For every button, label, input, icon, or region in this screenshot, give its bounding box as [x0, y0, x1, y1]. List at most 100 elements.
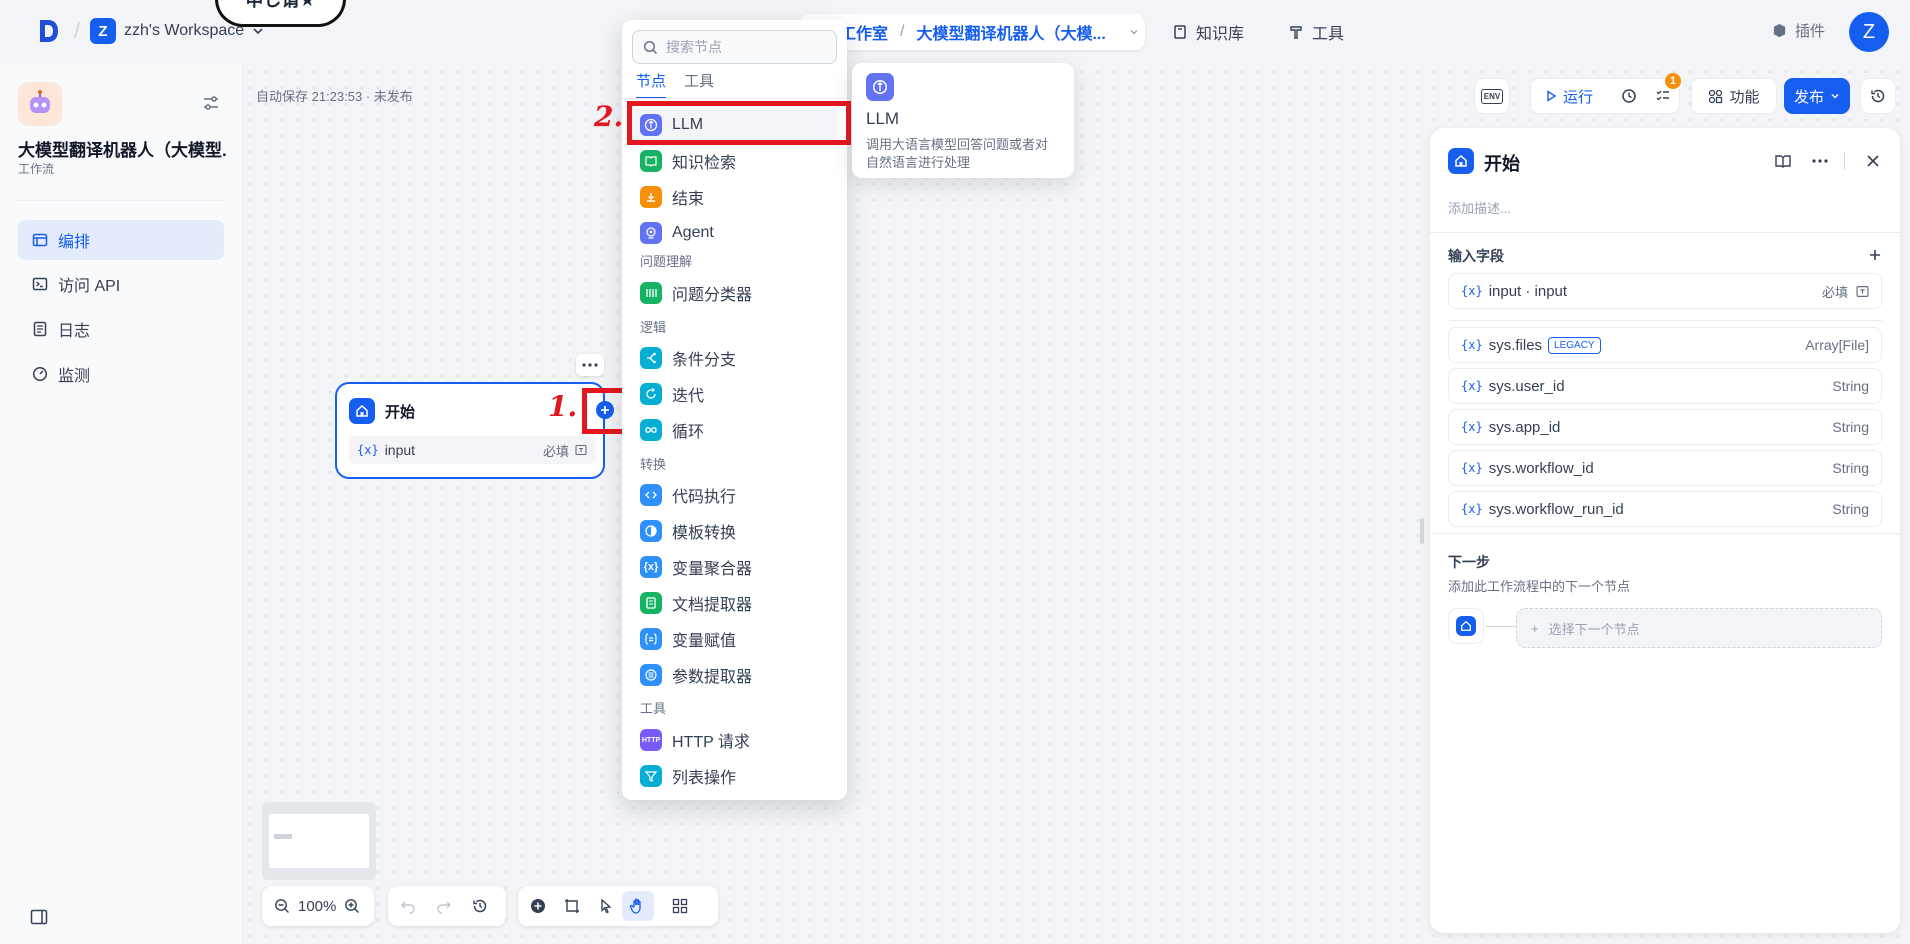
run-button[interactable]: 运行	[1563, 86, 1593, 107]
sidebar-item-api[interactable]: 访问 API	[18, 264, 224, 304]
picker-item-aggregator[interactable]: {x} 变量聚合器	[640, 552, 752, 582]
breadcrumb[interactable]: 工作室 / 大模型翻译机器人（大模...	[800, 14, 1145, 50]
filter-icon	[640, 765, 662, 787]
required-label: 必填	[1821, 284, 1848, 300]
user-avatar[interactable]: Z	[1849, 12, 1889, 52]
picker-item-ifelse[interactable]: 条件分支	[640, 343, 736, 373]
sys-field-row[interactable]: {x} sys.app_id String	[1448, 409, 1882, 445]
dify-logo-icon[interactable]	[36, 18, 60, 44]
picker-item-classifier[interactable]: 问题分类器	[640, 278, 752, 308]
search-placeholder: 搜索节点	[666, 39, 722, 55]
sidebar-item-monitor[interactable]: 监测	[18, 354, 224, 394]
zoom-out-icon[interactable]	[274, 898, 290, 914]
zoom-level[interactable]: 100%	[298, 898, 336, 915]
picker-item-knowledge[interactable]: 知识检索	[640, 146, 736, 176]
separator: /	[74, 18, 81, 43]
search-icon	[643, 40, 658, 54]
field-divider	[1448, 320, 1882, 321]
sys-field-row[interactable]: {x} sys.user_id String	[1448, 368, 1882, 404]
redo-icon[interactable]	[436, 898, 452, 914]
undo-icon[interactable]	[400, 898, 416, 914]
picker-item-code[interactable]: 代码执行	[640, 480, 736, 510]
description-input[interactable]: 添加描述...	[1448, 198, 1511, 217]
breadcrumb-app[interactable]: 大模型翻译机器人（大模...	[916, 20, 1105, 44]
home-icon	[1456, 616, 1476, 636]
version-history-button[interactable]	[1860, 78, 1896, 114]
tab-tools[interactable]: 工具	[684, 70, 714, 99]
picker-item-label: 变量赋值	[672, 633, 737, 650]
header-divider	[1844, 152, 1845, 170]
zoom-controls: 100%	[262, 886, 374, 926]
publish-button[interactable]: 发布	[1784, 78, 1850, 114]
input-field-row[interactable]: {x} input · input 必填	[1448, 273, 1882, 309]
sidebar-item-orchestrate[interactable]: 编排	[18, 220, 224, 260]
pointer-icon[interactable]	[598, 898, 614, 914]
sidebar-item-label: 监测	[58, 368, 91, 385]
chevron-down-icon[interactable]	[1128, 26, 1140, 38]
picker-item-list-op[interactable]: 列表操作	[640, 761, 736, 791]
book-open-icon[interactable]	[1774, 152, 1792, 170]
picker-item-loop[interactable]: 循环	[640, 415, 704, 445]
sys-field-type: String	[1832, 419, 1869, 435]
workspace-badge: Z	[90, 18, 116, 44]
history-run-icon[interactable]	[1621, 88, 1637, 104]
plus-icon[interactable]	[1868, 248, 1882, 262]
add-node-icon[interactable]	[530, 898, 546, 914]
sidebar-item-label: 访问 API	[58, 278, 121, 295]
sys-field-name: sys.workflow_id	[1488, 459, 1594, 477]
picker-item-label: Agent	[672, 224, 714, 241]
agent-icon	[640, 222, 662, 244]
add-note-icon[interactable]	[564, 898, 580, 914]
search-input[interactable]: 搜索节点	[632, 30, 837, 64]
panel-divider	[1430, 533, 1900, 534]
picker-item-assigner[interactable]: 变量赋值	[640, 624, 736, 654]
infinity-icon	[640, 419, 662, 441]
picker-item-agent[interactable]: Agent	[640, 218, 714, 248]
settings-sliders-icon[interactable]	[202, 94, 220, 112]
category-tools: 工具	[640, 701, 667, 716]
minimap[interactable]	[262, 802, 376, 880]
zoom-in-icon[interactable]	[344, 898, 360, 914]
nav-plugins[interactable]: 插件	[1772, 20, 1825, 41]
organize-icon[interactable]	[672, 898, 688, 914]
picker-item-doc-extractor[interactable]: 文档提取器	[640, 588, 752, 618]
env-button[interactable]: ENV	[1474, 78, 1510, 114]
select-next-node-label: 选择下一个节点	[1548, 621, 1640, 637]
checklist-icon[interactable]	[1655, 88, 1671, 104]
minimap-viewport	[269, 814, 369, 868]
picker-item-http[interactable]: HTTP HTTP 请求	[640, 725, 750, 755]
sidebar-item-logs[interactable]: 日志	[18, 309, 224, 349]
hand-tool-button[interactable]	[622, 891, 654, 921]
breadcrumb-studio[interactable]: 工作室	[840, 20, 888, 44]
annotation-step-1: 1.	[548, 390, 578, 423]
panel-title[interactable]: 开始	[1484, 150, 1520, 176]
close-icon[interactable]	[1866, 154, 1880, 168]
panel-resize-handle[interactable]	[1420, 518, 1424, 544]
tab-nodes[interactable]: 节点	[636, 70, 667, 99]
input-field-name: input · input	[1488, 282, 1568, 300]
features-label: 功能	[1729, 88, 1760, 106]
document-icon	[640, 592, 662, 614]
nav-tools[interactable]: 工具	[1288, 20, 1344, 44]
picker-item-end[interactable]: 结束	[640, 182, 704, 212]
picker-item-iteration[interactable]: 迭代	[640, 379, 704, 409]
picker-item-template[interactable]: 模板转换	[640, 516, 736, 546]
nav-knowledge[interactable]: 知识库	[1172, 20, 1244, 44]
select-next-node-button[interactable]: + 选择下一个节点	[1516, 608, 1882, 648]
more-horizontal-icon[interactable]	[1812, 159, 1828, 163]
picker-item-label: 代码执行	[672, 489, 737, 506]
features-button[interactable]: 功能	[1691, 78, 1777, 114]
history-icon[interactable]	[472, 898, 488, 914]
sys-field-row[interactable]: {x} sys.workflow_id String	[1448, 450, 1882, 486]
sys-field-row[interactable]: {x} sys.files LEGACY Array[File]	[1448, 327, 1882, 363]
node-config-panel: 开始 添加描述... 输入字段 {x} input · input 必填 {x}…	[1430, 128, 1900, 933]
home-icon	[349, 398, 375, 424]
next-step-title: 下一步	[1448, 554, 1490, 570]
picker-item-label: 条件分支	[672, 352, 737, 369]
collapse-sidebar-icon[interactable]	[30, 908, 48, 926]
app-icon	[18, 82, 62, 126]
node-more-button[interactable]	[576, 354, 604, 376]
sys-field-row[interactable]: {x} sys.workflow_run_id String	[1448, 491, 1882, 527]
picker-item-param-extractor[interactable]: 参数提取器	[640, 660, 752, 690]
log-icon	[33, 321, 47, 337]
